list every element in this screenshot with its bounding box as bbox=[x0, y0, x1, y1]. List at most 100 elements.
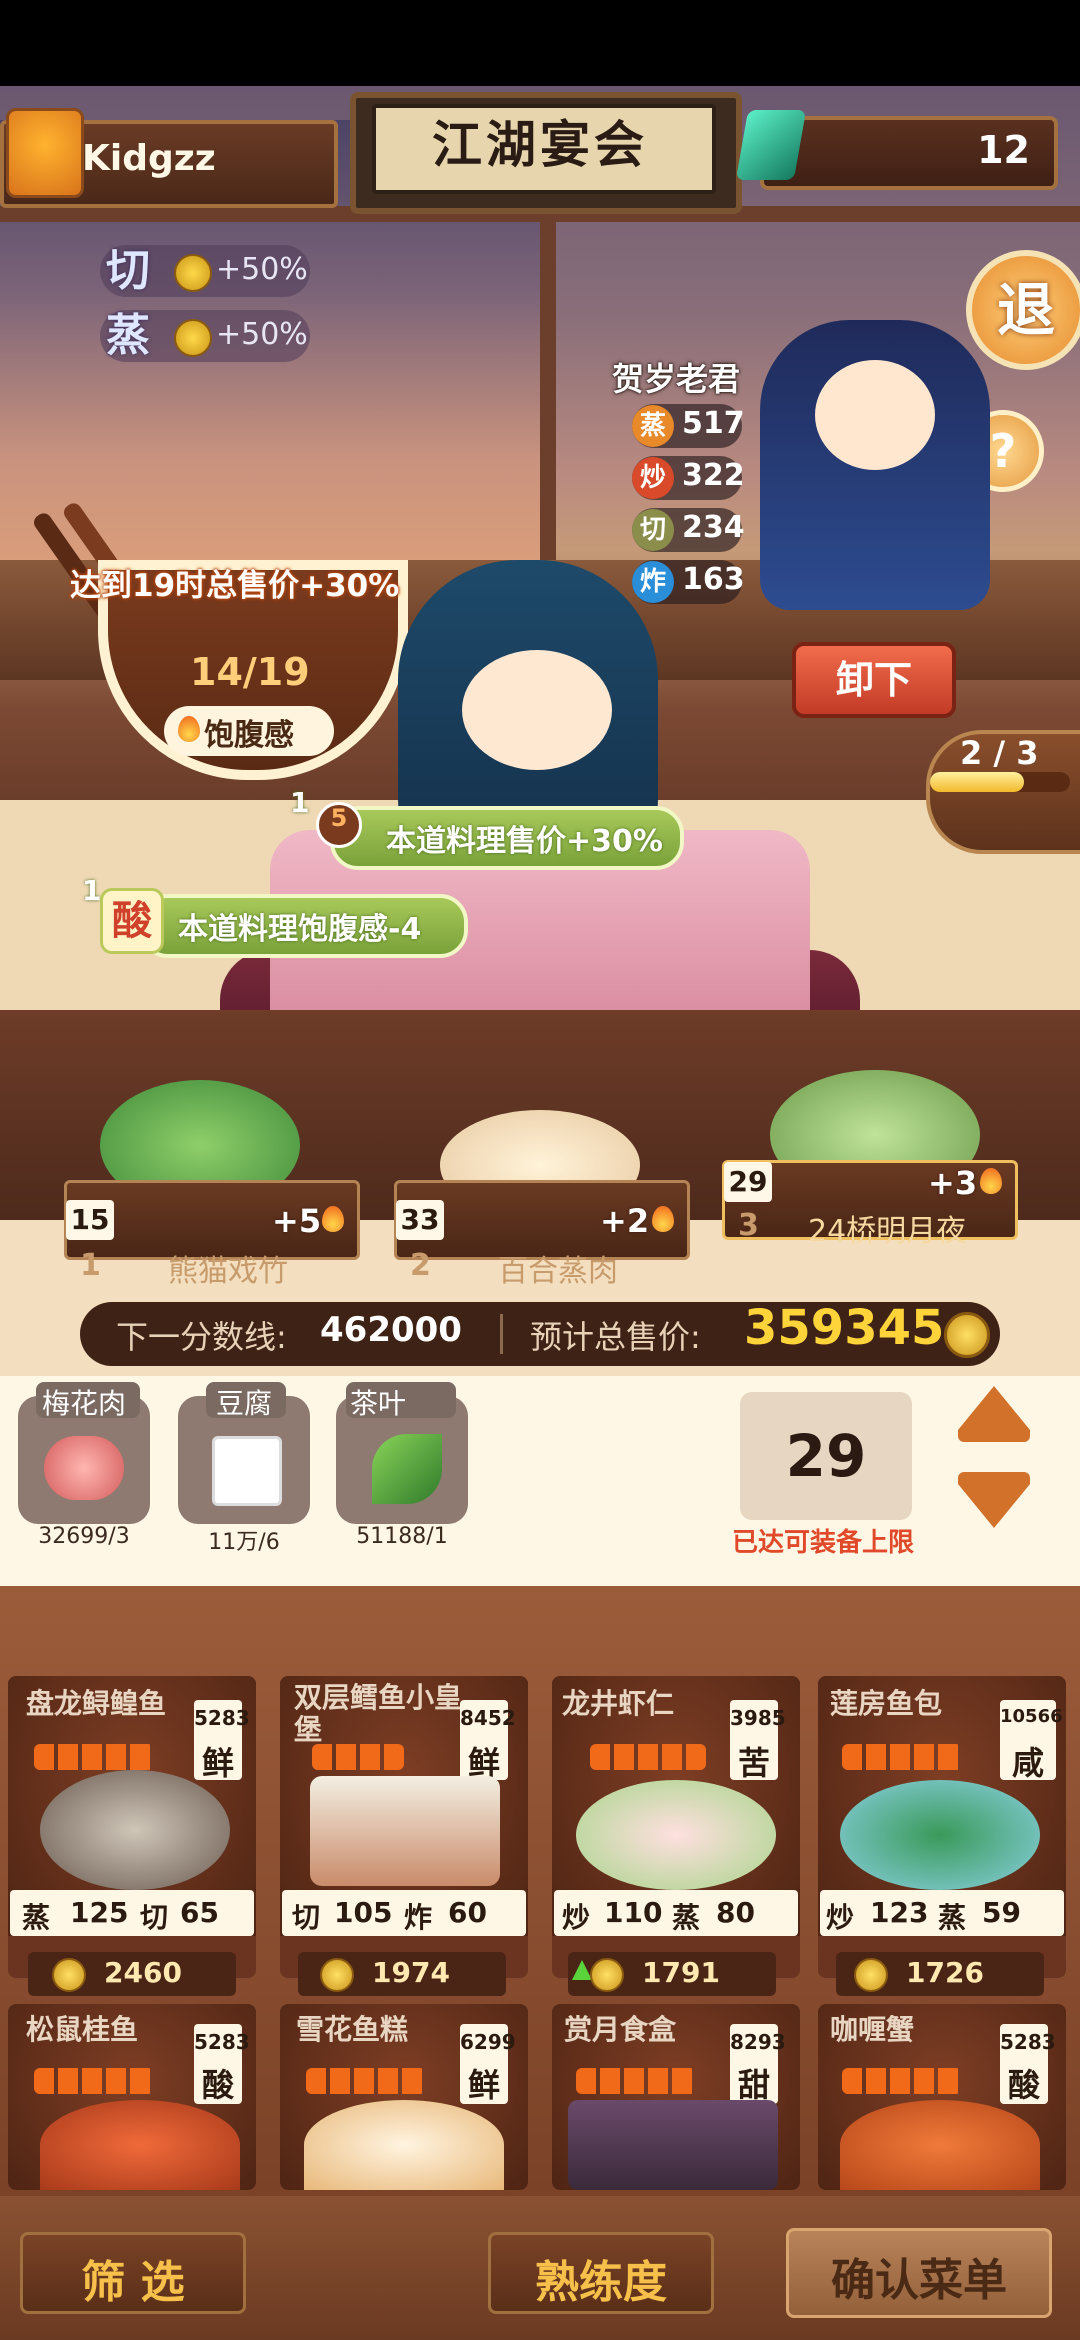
up-arrow-icon bbox=[572, 1960, 592, 1980]
recipe-flavor: 鲜 bbox=[467, 2066, 500, 2104]
recipe-coin-value: 2460 bbox=[104, 1956, 182, 1989]
coin-icon bbox=[854, 1958, 888, 1992]
guest-progress-text: 2 / 3 bbox=[960, 734, 1039, 772]
pork-icon bbox=[44, 1436, 124, 1500]
player-avatar[interactable] bbox=[6, 108, 84, 198]
quantity-value: 29 bbox=[785, 1422, 867, 1490]
rarity-flames-icon bbox=[576, 2068, 696, 2094]
coin-icon bbox=[174, 254, 212, 292]
stat-value: 59 bbox=[982, 1896, 1021, 1929]
recipe-name: 松鼠桂鱼 bbox=[26, 2013, 139, 2046]
player-name: Kidgzz bbox=[82, 138, 216, 179]
recipe-flavor: 苦 bbox=[737, 1744, 770, 1782]
bonus-value: +50% bbox=[216, 252, 308, 287]
recipe-flavor: 咸 bbox=[1011, 1744, 1044, 1782]
gem-icon bbox=[735, 110, 807, 180]
dish-image bbox=[840, 1780, 1040, 1890]
tag-count: 1 bbox=[290, 786, 310, 819]
dish-image bbox=[304, 2100, 504, 2190]
gem-count: 12 bbox=[977, 128, 1030, 172]
coin-icon bbox=[174, 319, 212, 357]
tag-symbol: 5 bbox=[330, 804, 348, 832]
total-price-label: 预计总售价: bbox=[530, 1318, 701, 1356]
bonus-value: +50% bbox=[216, 317, 308, 352]
coin-icon bbox=[944, 1312, 990, 1358]
stat-skill: 炒 bbox=[826, 1901, 855, 1934]
game-title: 江湖宴会 bbox=[432, 115, 648, 174]
stat-skill: 切 bbox=[140, 1901, 169, 1934]
guest-progress-fill bbox=[930, 772, 1024, 792]
recipe-name: 盘龙鲟鳇鱼 bbox=[26, 1687, 167, 1720]
stat-badge: 炒 bbox=[632, 457, 674, 499]
stat-value: 234 bbox=[682, 510, 745, 545]
rarity-flames-icon bbox=[34, 1744, 154, 1770]
stat-value: 110 bbox=[604, 1896, 663, 1929]
stat-badge: 炸 bbox=[632, 561, 674, 603]
bonus-skill: 蒸 bbox=[106, 310, 150, 361]
slot-bonus: +3 bbox=[928, 1164, 978, 1202]
rarity-flames-icon bbox=[306, 2068, 426, 2094]
recipe-name: 雪花鱼糕 bbox=[296, 2013, 409, 2046]
dish-image bbox=[310, 1776, 500, 1886]
ingredient-name: 茶叶 bbox=[350, 1387, 407, 1420]
divider bbox=[500, 1314, 503, 1354]
next-score-value: 462000 bbox=[320, 1310, 462, 1350]
coin-icon bbox=[52, 1958, 86, 1992]
total-price-value: 359345 bbox=[744, 1300, 945, 1356]
stat-value: 60 bbox=[448, 1896, 487, 1929]
recipe-price: 3985 bbox=[730, 1706, 786, 1730]
recipe-coin-value: 1791 bbox=[642, 1956, 720, 1989]
dish-image bbox=[40, 1770, 230, 1890]
stat-skill: 蒸 bbox=[672, 1901, 701, 1934]
tag-text: 本道料理售价+30% bbox=[386, 824, 663, 859]
slot-bonus: +5 bbox=[272, 1202, 322, 1240]
slot-dish-name: 24桥明月夜 bbox=[808, 1214, 967, 1249]
recipe-price: 5283 bbox=[1000, 2030, 1056, 2054]
stat-value: 123 bbox=[870, 1896, 929, 1929]
satiety-count: 14/19 bbox=[190, 650, 310, 694]
stat-value: 517 bbox=[682, 406, 745, 441]
unload-label: 卸下 bbox=[835, 658, 912, 702]
recipe-coin-value: 1974 bbox=[372, 1956, 450, 1989]
rarity-flames-icon bbox=[590, 1744, 706, 1770]
stat-value: 322 bbox=[682, 458, 745, 493]
tofu-icon bbox=[212, 1436, 282, 1506]
stat-value: 163 bbox=[682, 562, 745, 597]
ingredient-name: 梅花肉 bbox=[42, 1387, 127, 1420]
dish-image bbox=[568, 2100, 778, 2190]
slot-count: 15 bbox=[66, 1200, 114, 1240]
recipe-price: 8293 bbox=[730, 2030, 786, 2054]
stat-value: 125 bbox=[70, 1896, 129, 1929]
slot-count: 29 bbox=[724, 1162, 772, 1202]
fire-icon bbox=[652, 1206, 674, 1232]
recipe-coin-value: 1726 bbox=[906, 1956, 984, 1989]
stat-badge: 蒸 bbox=[632, 405, 674, 447]
slot-dish-name: 百合蒸肉 bbox=[498, 1254, 618, 1289]
slot-index: 2 bbox=[410, 1248, 431, 1283]
slot-dish-name: 熊猫戏竹 bbox=[168, 1254, 288, 1289]
chef-face bbox=[462, 650, 612, 770]
bonus-skill: 切 bbox=[106, 245, 150, 296]
coin-icon bbox=[590, 1958, 624, 1992]
tag-symbol: 酸 bbox=[112, 897, 152, 944]
next-score-label: 下一分数线: bbox=[116, 1318, 287, 1356]
guest-name: 贺岁老君 bbox=[612, 360, 741, 398]
confirm-menu-label: 确认菜单 bbox=[831, 2255, 1007, 2306]
recipe-name: 咖喱蟹 bbox=[830, 2013, 915, 2046]
decrease-arrow-base bbox=[958, 1472, 1030, 1484]
fire-icon bbox=[980, 1168, 1002, 1194]
recipe-name: 莲房鱼包 bbox=[830, 1687, 943, 1720]
tea-leaf-icon bbox=[372, 1434, 442, 1504]
ingredient-panel bbox=[0, 1376, 1080, 1586]
dish-image bbox=[840, 2100, 1040, 2190]
rarity-flames-icon bbox=[34, 2068, 154, 2094]
recipe-price: 5283 bbox=[194, 2030, 250, 2054]
fire-icon bbox=[178, 716, 200, 742]
decrease-arrow-icon[interactable] bbox=[958, 1484, 1030, 1528]
fire-icon bbox=[322, 1206, 344, 1232]
ingredient-count: 11万/6 bbox=[208, 1530, 280, 1555]
coin-icon bbox=[320, 1958, 354, 1992]
increase-arrow-icon[interactable] bbox=[958, 1386, 1030, 1430]
status-bar bbox=[0, 0, 1080, 86]
increase-arrow-base bbox=[958, 1430, 1030, 1442]
